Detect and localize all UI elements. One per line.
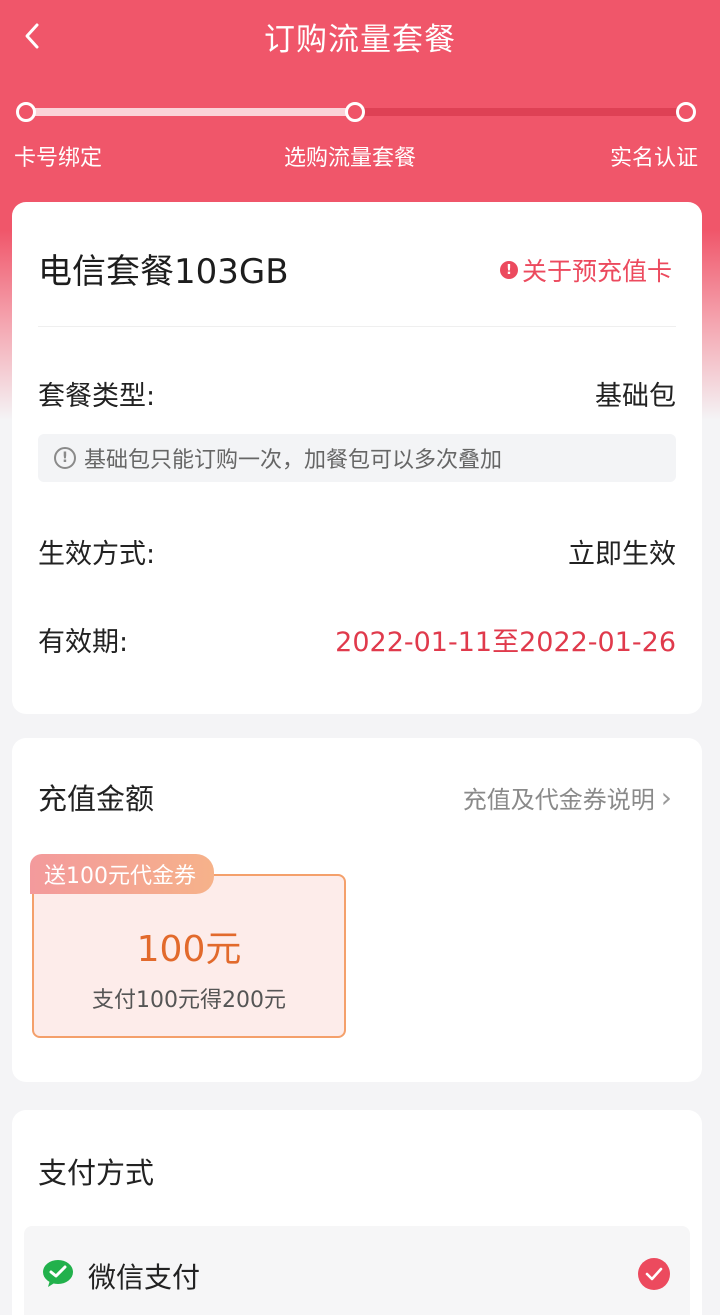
prepaid-card-link-label: 关于预充值卡 xyxy=(521,257,672,286)
recharge-explain-label: 充值及代金券说明 xyxy=(462,786,655,814)
payment-method-label: 微信支付 xyxy=(88,1261,201,1294)
chevron-left-icon xyxy=(25,23,39,49)
wechat-icon xyxy=(43,1260,73,1287)
progress-track-fill xyxy=(26,108,357,116)
progress-steps: 卡号绑定 选购流量套餐 实名认证 xyxy=(0,96,720,176)
step-dot-select-package xyxy=(345,102,365,122)
amount-option-100[interactable]: 100元 支付100元得200元 xyxy=(32,874,346,1038)
step-label-bind-card: 卡号绑定 xyxy=(14,146,103,171)
recharge-explain-link[interactable]: 充值及代金券说明 › xyxy=(463,780,672,815)
effect-value: 立即生效 xyxy=(568,539,676,570)
validity-value: 2022-01-11至2022-01-26 xyxy=(335,627,676,658)
payment-method-wechat[interactable]: 微信支付 xyxy=(24,1226,690,1315)
info-icon: ! xyxy=(499,261,518,279)
amount-value: 100元 xyxy=(136,929,242,970)
package-title: 电信套餐103GB xyxy=(38,252,289,292)
payment-card: 支付方式 微信支付 xyxy=(12,1110,702,1315)
payment-title: 支付方式 xyxy=(38,1156,155,1190)
chevron-right-icon: › xyxy=(660,781,672,814)
step-label-real-name: 实名认证 xyxy=(609,146,698,171)
coupon-badge: 送100元代金券 xyxy=(30,854,214,894)
recharge-title: 充值金额 xyxy=(38,782,155,816)
amount-description: 支付100元得200元 xyxy=(92,988,286,1013)
step-label-select-package: 选购流量套餐 xyxy=(284,146,417,171)
package-type-label: 套餐类型: xyxy=(38,381,156,412)
info-circle-icon: ! xyxy=(54,447,76,469)
back-button[interactable] xyxy=(12,16,52,56)
recharge-card: 充值金额 充值及代金券说明 › 送100元代金券 100元 支付100元得200… xyxy=(12,738,702,1082)
page-title: 订购流量套餐 xyxy=(264,21,456,58)
divider xyxy=(38,326,676,327)
nav-bar: 订购流量套餐 xyxy=(0,0,720,72)
package-type-value: 基础包 xyxy=(595,381,676,412)
effect-label: 生效方式: xyxy=(38,539,156,570)
validity-label: 有效期: xyxy=(38,627,129,658)
step-dot-real-name xyxy=(676,102,696,122)
selected-check[interactable] xyxy=(638,1258,670,1290)
step-dot-bind-card xyxy=(16,102,36,122)
prepaid-card-link[interactable]: ! 关于预充值卡 xyxy=(499,252,672,288)
package-card: 电信套餐103GB ! 关于预充值卡 套餐类型: 基础包 ! 基础包只能订购一次… xyxy=(12,202,702,714)
package-notice: ! 基础包只能订购一次，加餐包可以多次叠加 xyxy=(38,434,676,482)
check-icon xyxy=(645,1267,663,1281)
package-notice-text: 基础包只能订购一次，加餐包可以多次叠加 xyxy=(84,448,503,473)
